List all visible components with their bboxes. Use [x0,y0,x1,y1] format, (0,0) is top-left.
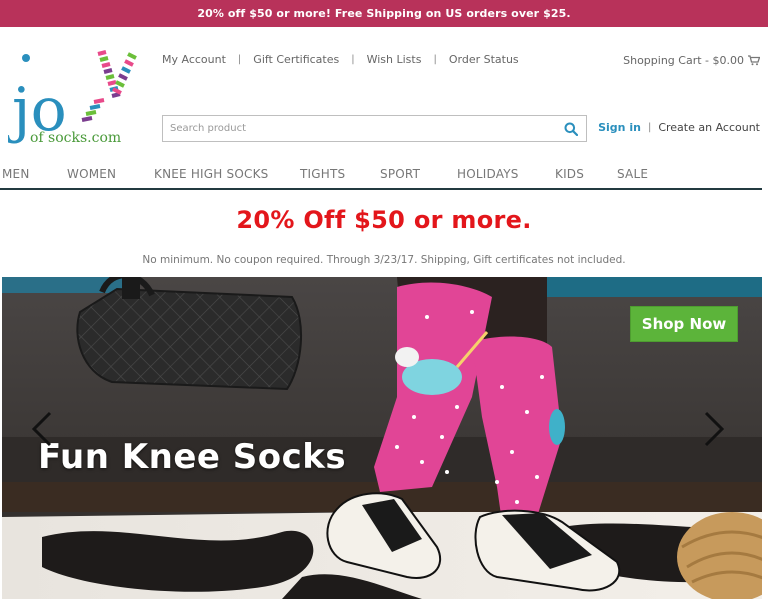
separator: | [647,122,652,133]
search-icon [564,122,578,136]
cart-label: Shopping Cart - $0.00 [623,54,744,67]
logo-graphic: jo of socks.com [6,50,137,146]
logo-subtitle: of socks.com [30,130,121,146]
shop-now-button[interactable]: Shop Now [630,306,738,342]
nav-sale[interactable]: SALE [617,167,648,181]
main-category-nav: MEN WOMEN KNEE HIGH SOCKS TIGHTS SPORT H… [0,163,762,190]
shopping-cart-link[interactable]: Shopping Cart - $0.00 [623,54,760,67]
sale-details: No minimum. No coupon required. Through … [142,254,626,266]
utility-nav: My Account | Gift Certificates | Wish Li… [162,53,519,66]
carousel-next-button[interactable] [702,409,726,449]
link-my-account[interactable]: My Account [162,53,226,66]
carousel-prev-button[interactable] [30,409,54,449]
separator: | [351,54,355,65]
chevron-right-icon [704,411,725,447]
link-order-status[interactable]: Order Status [449,53,519,66]
account-links: Sign in | Create an Account [598,121,760,134]
link-gift-certificates[interactable]: Gift Certificates [253,53,339,66]
search-input[interactable] [163,116,556,141]
create-account-link[interactable]: Create an Account [658,121,760,134]
nav-knee-high-socks[interactable]: KNEE HIGH SOCKS [154,167,268,181]
hero-carousel[interactable]: Fun Knee Socks Shop Now [2,277,762,599]
sale-headline: 20% Off $50 or more. [236,206,532,234]
promo-banner: 20% off $50 or more! Free Shipping on US… [0,0,768,27]
link-wish-lists[interactable]: Wish Lists [367,53,422,66]
site-logo[interactable]: jo of socks.com [6,46,138,156]
promo-text: 20% off $50 or more! Free Shipping on US… [197,7,571,20]
separator: | [237,54,242,65]
logo-j-dot [22,54,30,62]
nav-women[interactable]: WOMEN [67,167,116,181]
sign-in-link[interactable]: Sign in [598,121,641,134]
chevron-left-icon [31,411,52,447]
cart-icon [748,55,760,66]
nav-tights[interactable]: TIGHTS [300,167,345,181]
nav-sport[interactable]: SPORT [380,167,420,181]
logo-sock-mark [81,50,137,122]
nav-kids[interactable]: KIDS [555,167,584,181]
hero-title: Fun Knee Socks [38,437,347,477]
nav-men[interactable]: MEN [2,167,30,181]
separator: | [433,54,437,65]
nav-holidays[interactable]: HOLIDAYS [457,167,519,181]
search-button[interactable] [556,116,586,141]
search-bar [162,115,587,142]
